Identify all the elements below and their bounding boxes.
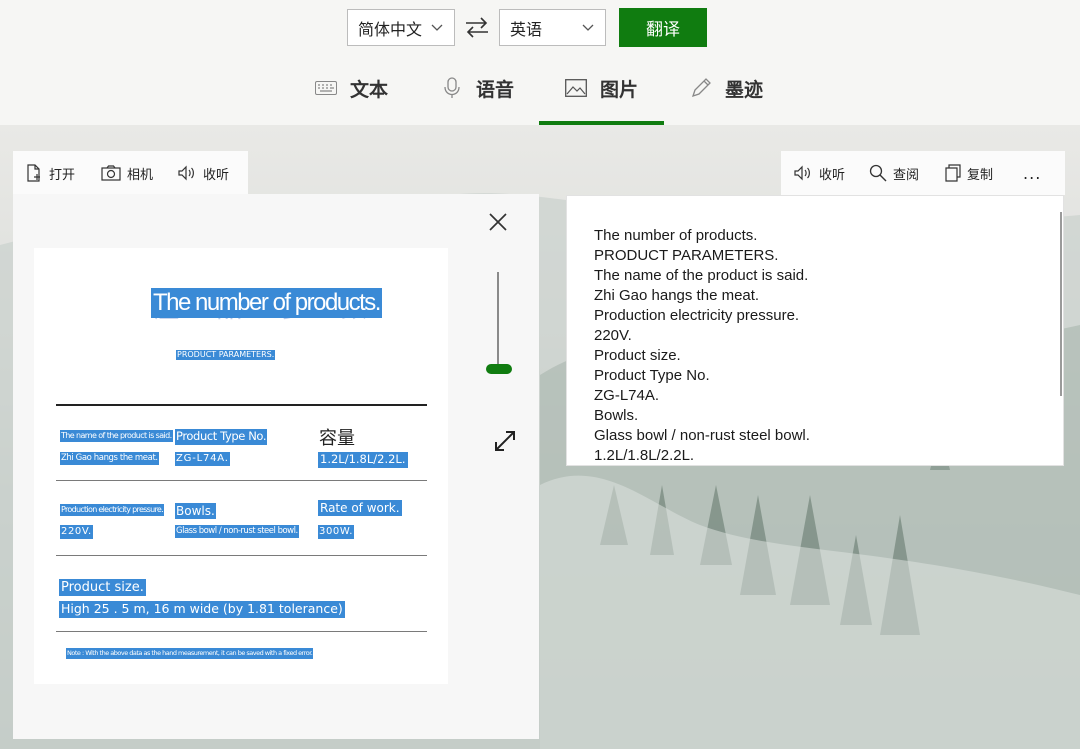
zoom-slider-track [497,272,499,370]
document-title: The number of products. [151,288,382,318]
cell-bowls-value: Glass bowl / non-rust steel bowl. [175,525,299,538]
size-label: Product size. [59,579,146,596]
tab-voice-label: 语音 [476,78,515,101]
lookup-button[interactable]: 查阅 [869,151,919,195]
output-line: Glass bowl / non-rust steel bowl. [594,427,810,444]
chevron-down-icon [431,24,443,31]
tab-voice[interactable]: 语音 [440,70,514,106]
image-icon [564,76,588,100]
cell-product-name-label: The name of the product is said. [60,430,173,442]
cell-bowls-label: Bowls. [175,503,216,519]
cell-power-label: Rate of work. [318,500,402,516]
output-listen-button[interactable]: 收听 [793,151,845,195]
swap-languages-icon[interactable] [462,14,492,40]
speaker-icon [178,165,195,181]
copy-label: 复制 [967,167,994,183]
target-language-label: 英语 [510,19,543,39]
chevron-down-icon [582,24,594,31]
cell-type-value: ZG-L74A. [175,452,230,466]
active-tab-indicator [539,121,664,125]
output-listen-label: 收听 [819,167,846,183]
output-line: PRODUCT PARAMETERS. [594,247,779,264]
open-button[interactable]: 打开 [25,151,75,195]
output-line: Zhi Gao hangs the meat. [594,287,760,304]
microphone-icon [440,76,464,100]
tab-text[interactable]: 文本 [314,70,388,106]
cell-voltage-value: 220V. [60,525,93,539]
divider [56,631,427,632]
search-icon [869,164,887,182]
copy-button[interactable]: 复制 [945,151,993,195]
output-line: Bowls. [594,407,639,424]
tab-ink[interactable]: 墨迹 [689,70,763,106]
keyboard-icon [314,76,338,100]
output-scrollbar[interactable] [1060,212,1062,396]
cell-voltage-label: Production electricity pressure. [60,504,164,516]
more-button[interactable]: ... [1023,151,1041,195]
speaker-icon [794,165,810,181]
cell-type-label: Product Type No. [175,429,268,445]
cell-product-name-value: Zhi Gao hangs the meat. [60,452,159,465]
output-line: 1.2L/1.8L/2.2L. [594,447,695,464]
pen-icon [689,76,713,100]
copy-icon [945,164,961,182]
open-file-icon [27,164,40,182]
camera-label: 相机 [127,167,154,183]
cell-capacity-value: 1.2L/1.8L/2.2L. [318,452,408,468]
tab-image-label: 图片 [600,78,639,101]
cell-power-value: 300W. [318,525,355,539]
scanned-document: 産 品 参 数 The number of products. PRODUCT … [34,248,448,684]
translation-output-text: The number of products. PRODUCT PARAMETE… [594,226,810,466]
note-text: Note : With the above data as the hand m… [66,648,314,659]
camera-button[interactable]: 相机 [101,151,153,195]
translate-button[interactable]: 翻译 [619,8,707,47]
tab-ink-label: 墨迹 [725,78,764,101]
output-line: Product Type No. [594,367,710,384]
output-line: ZG-L74A. [594,387,660,404]
divider [56,404,427,406]
divider [56,555,427,556]
size-value: High 25 . 5 m, 16 m wide (by 1.81 tolera… [59,601,345,618]
output-line: 220V. [594,327,632,344]
output-line: The number of products. [594,227,758,244]
tab-image[interactable]: 图片 [564,70,638,106]
source-language-label: 简体中文 [358,19,423,39]
target-language-select[interactable]: 英语 [499,9,606,46]
cell-capacity-label: 容量 [319,428,355,449]
camera-icon [101,165,121,181]
source-language-select[interactable]: 简体中文 [347,9,455,46]
output-line: Production electricity pressure. [594,307,800,324]
tab-text-label: 文本 [350,78,389,101]
lookup-label: 查阅 [893,167,920,183]
image-toolbar: 打开 相机 收听 [13,151,248,195]
close-icon[interactable] [486,210,510,234]
output-line: Product size. [594,347,681,364]
document-subtitle: PRODUCT PARAMETERS. [176,350,276,360]
listen-button[interactable]: 收听 [177,151,229,195]
open-label: 打开 [49,167,76,183]
output-toolbar: 收听 查阅 复制 ... [781,151,1065,195]
expand-icon[interactable] [492,428,518,454]
output-line: The name of the product is said. [594,267,809,284]
divider [56,480,427,481]
zoom-slider-thumb[interactable] [486,364,512,374]
listen-label: 收听 [203,167,230,183]
translation-output-pane: The number of products. PRODUCT PARAMETE… [566,195,1064,466]
